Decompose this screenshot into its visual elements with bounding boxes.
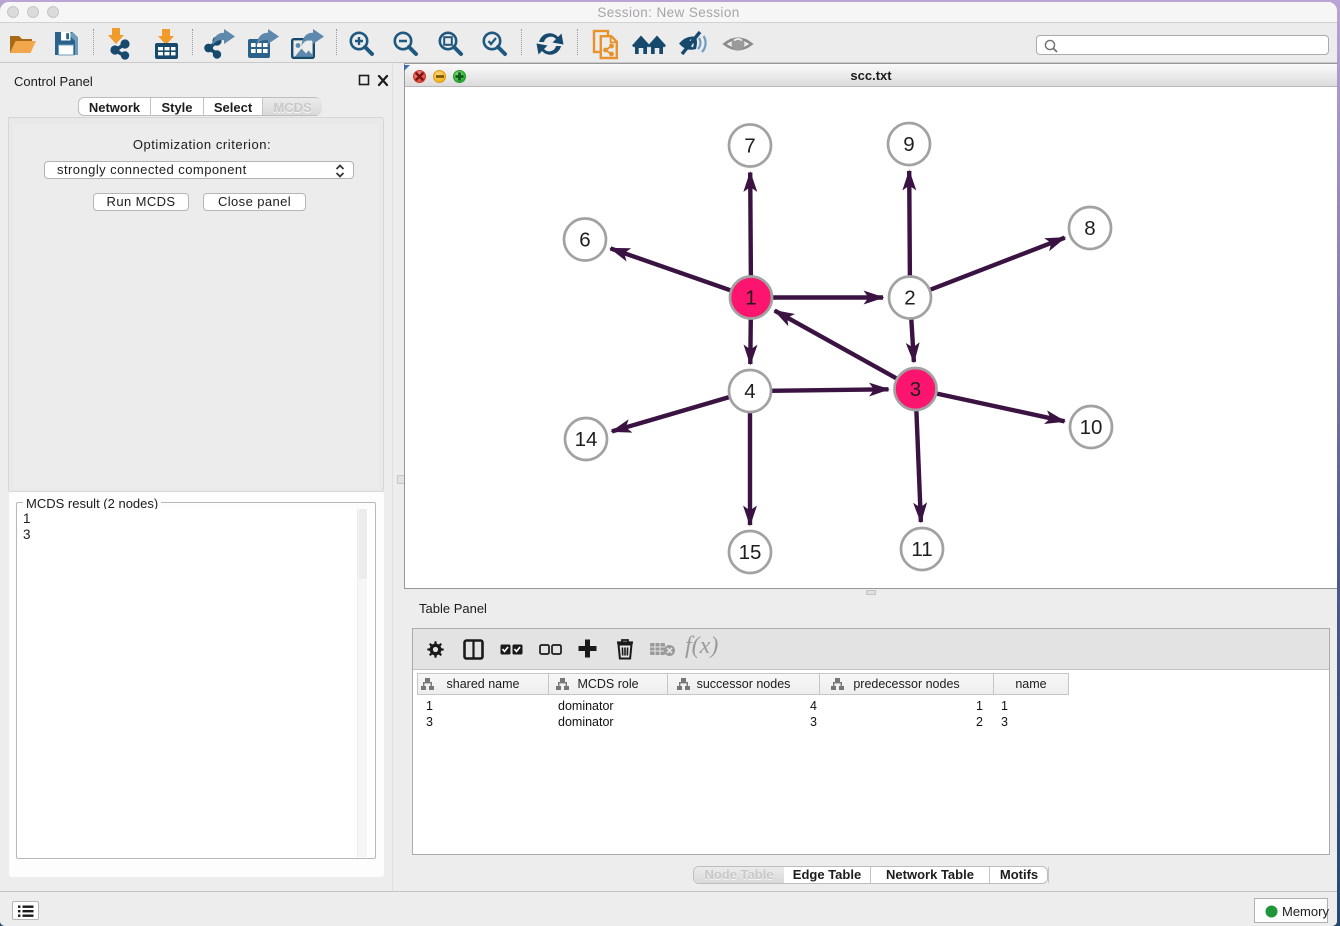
svg-text:14: 14 (575, 428, 598, 451)
svg-text:4: 4 (744, 380, 755, 403)
svg-text:3: 3 (910, 378, 921, 401)
svg-text:8: 8 (1084, 217, 1095, 240)
svg-text:10: 10 (1080, 416, 1103, 439)
svg-text:11: 11 (911, 538, 932, 561)
svg-text:9: 9 (903, 133, 914, 156)
svg-text:7: 7 (744, 135, 755, 158)
svg-text:1: 1 (745, 287, 756, 310)
svg-text:2: 2 (904, 287, 915, 310)
svg-text:6: 6 (579, 229, 590, 252)
svg-text:15: 15 (739, 541, 762, 564)
